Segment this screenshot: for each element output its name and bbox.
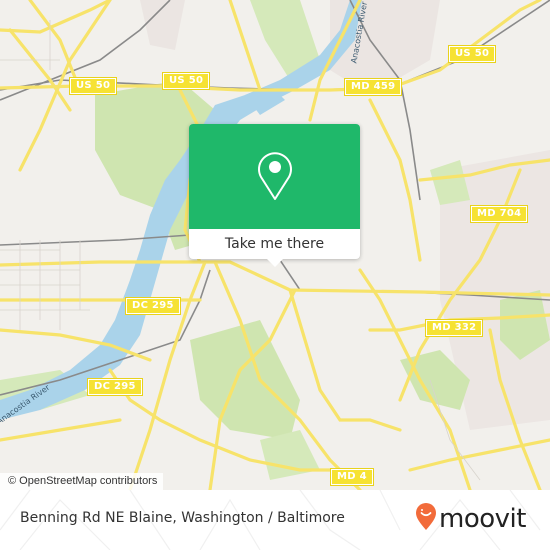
moovit-wordmark: moovit (439, 504, 526, 534)
take-me-there-button[interactable]: Take me there (189, 229, 360, 259)
road-shield-us50: US 50 (447, 45, 497, 63)
road-shield-md332: MD 332 (424, 319, 484, 337)
road-shield-us50: US 50 (68, 77, 118, 95)
map-view[interactable]: US 50 US 50 US 50 MD 459 MD 704 DC 295 M… (0, 0, 550, 490)
moovit-logo[interactable]: moovit (415, 503, 526, 535)
destination-popup: Take me there (189, 124, 360, 267)
road-shield-md704: MD 704 (469, 205, 529, 223)
road-shield-us50: US 50 (161, 72, 211, 90)
road-shield-md4: MD 4 (330, 468, 374, 486)
footer-bar: Benning Rd NE Blaine, Washington / Balti… (0, 490, 550, 550)
road-shield-dc295: DC 295 (125, 297, 181, 315)
road-shield-md459: MD 459 (343, 78, 403, 96)
map-attribution[interactable]: © OpenStreetMap contributors (0, 473, 164, 490)
popup-header (189, 124, 360, 229)
moovit-pin-icon (415, 503, 437, 535)
popup-pointer (267, 259, 283, 267)
address-text: Benning Rd NE Blaine, Washington / Balti… (20, 510, 345, 526)
map-pin-icon (256, 149, 294, 205)
road-shield-dc295: DC 295 (87, 378, 143, 396)
